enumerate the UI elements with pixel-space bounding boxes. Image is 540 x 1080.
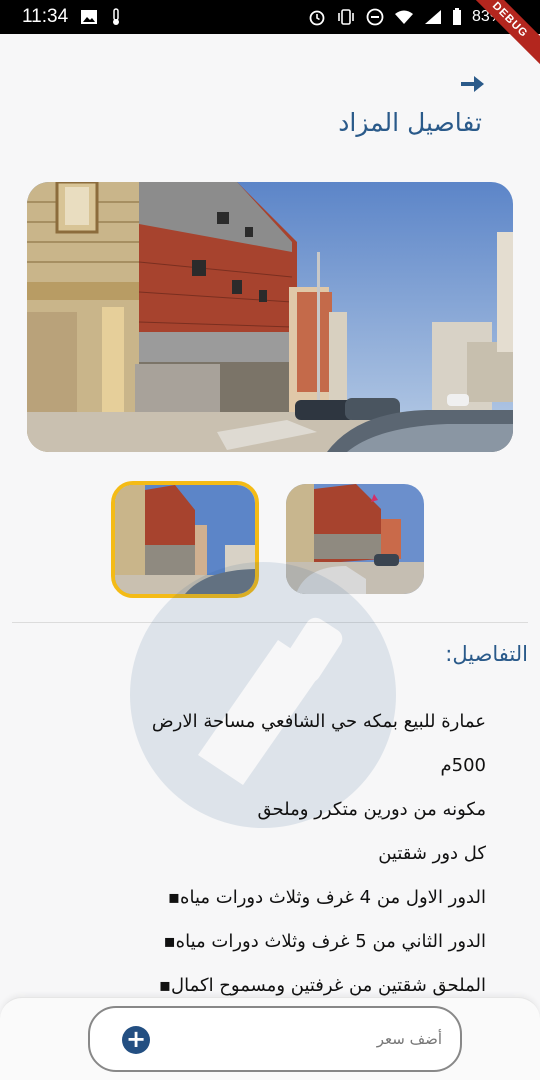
alarm-icon [309, 10, 325, 26]
signal-icon [424, 10, 441, 24]
details-heading: التفاصيل: [445, 642, 528, 666]
status-time: 11:34 [22, 6, 69, 27]
details-line: الدور الاول من 4 غرف وثلاث دورات مياه▪ [167, 887, 486, 908]
thermometer-icon [113, 8, 120, 25]
details-line: الدور الثاني من 5 غرف وثلاث دورات مياه▪ [163, 931, 486, 952]
details-line: 500م [440, 755, 486, 776]
auction-details-screen: 11:34 83% DEBUG تفاصيل المزاد التفاصيل: … [0, 0, 540, 1080]
bid-price-input[interactable]: أضف سعر + [88, 1006, 462, 1072]
image-icon [81, 10, 98, 24]
details-line: كل دور شقتين [378, 843, 486, 864]
battery-icon [452, 8, 461, 25]
details-line: عمارة للبيع بمكه حي الشافعي مساحة الارض [151, 711, 486, 732]
bid-bar: أضف سعر + [0, 997, 540, 1080]
main-auction-image [27, 182, 513, 452]
details-line: مكونه من دورين متكرر وملحق [257, 799, 486, 820]
page-title: تفاصيل المزاد [338, 108, 482, 137]
do-not-disturb-icon [366, 8, 384, 26]
details-text: عمارة للبيع بمكه حي الشافعي مساحة الارض … [46, 700, 486, 1008]
arrow-right-icon[interactable] [458, 70, 486, 98]
status-bar: 11:34 83% DEBUG [0, 0, 540, 70]
bid-placeholder: أضف سعر [376, 1030, 442, 1048]
wifi-icon [394, 10, 413, 24]
vibrate-icon [338, 9, 354, 25]
plus-circle-icon[interactable]: + [122, 1026, 150, 1054]
